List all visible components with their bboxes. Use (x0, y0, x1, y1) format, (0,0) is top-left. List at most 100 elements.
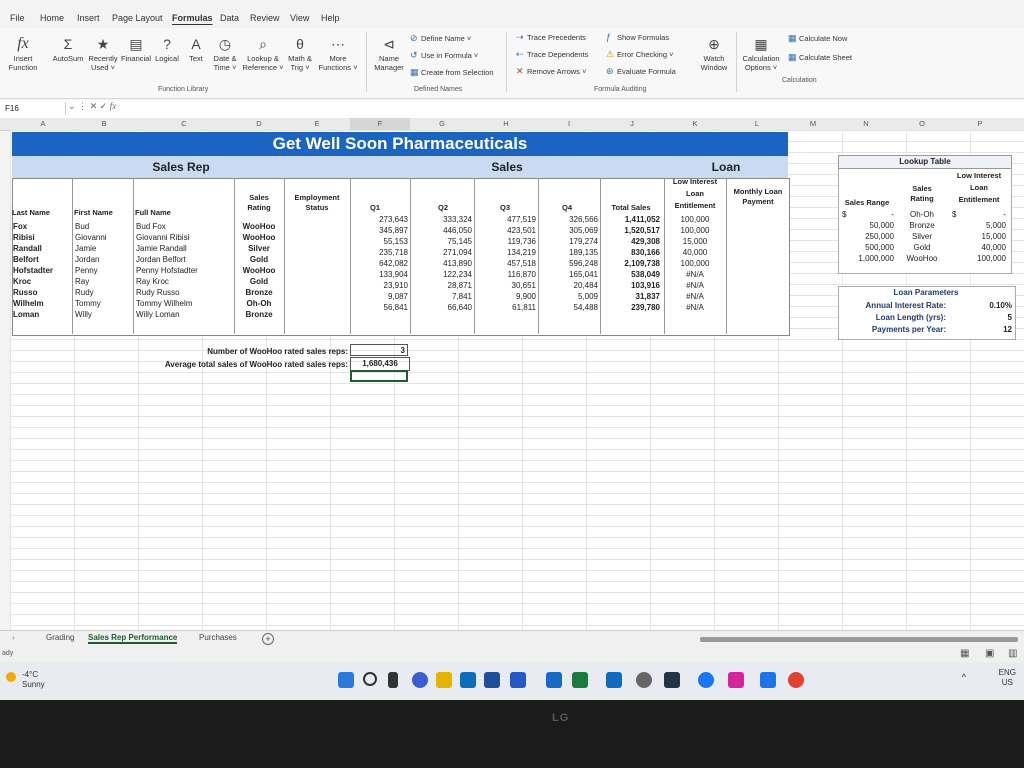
chat-icon[interactable] (412, 672, 428, 688)
cell-last-name[interactable]: Belfort (13, 254, 71, 265)
cell-total-sales[interactable]: 103,916 (600, 280, 660, 291)
cell-q3[interactable]: 423,501 (474, 225, 536, 236)
column-header-j[interactable]: J (600, 118, 664, 130)
text-button[interactable]: A Text (184, 36, 208, 63)
cell-q1[interactable]: 273,643 (350, 214, 408, 225)
column-header-p[interactable]: P (950, 118, 1010, 130)
column-header-f[interactable]: F (350, 118, 410, 130)
financial-button[interactable]: ▤ Financial (120, 36, 152, 63)
cell-sales-rating[interactable]: Oh-Oh (234, 298, 284, 309)
cell-total-sales[interactable]: 1,411,052 (600, 214, 660, 225)
settings-gear-icon[interactable] (636, 672, 652, 688)
cell-loan-entitlement[interactable]: #N/A (664, 302, 726, 313)
search-icon[interactable] (363, 672, 377, 686)
loan-param-value[interactable]: 5 (950, 312, 1012, 323)
cell-first-name[interactable]: Penny (75, 265, 133, 276)
cell-q1[interactable]: 9,087 (350, 291, 408, 302)
cell-full-name[interactable]: Bud Fox (136, 221, 232, 232)
lookup-entitlement[interactable]: - (960, 209, 1006, 220)
calculate-now-button[interactable]: ▦ Calculate Now (788, 33, 847, 44)
cell-loan-entitlement[interactable]: #N/A (664, 291, 726, 302)
cell-q3[interactable]: 134,219 (474, 247, 536, 258)
math-trig-button[interactable]: θ Math & Trig ˅ (284, 36, 316, 72)
cell-sales-rating[interactable]: WooHoo (234, 221, 284, 232)
lookup-range[interactable]: 50,000 (850, 220, 894, 231)
summary-value-count[interactable]: 3 (350, 344, 408, 356)
cell-q1[interactable]: 642,082 (350, 258, 408, 269)
cell-last-name[interactable]: Wilhelm (13, 298, 71, 309)
lookup-range[interactable]: 500,000 (850, 242, 894, 253)
selected-cell-f16[interactable] (350, 370, 408, 382)
cell-q4[interactable]: 165,041 (538, 269, 598, 280)
cell-loan-entitlement[interactable]: #N/A (664, 280, 726, 291)
cell-q1[interactable]: 235,718 (350, 247, 408, 258)
weather-widget[interactable]: -4°C Sunny (22, 670, 45, 690)
lookup-entitlement[interactable]: 15,000 (960, 231, 1006, 242)
menu-help[interactable]: Help (321, 13, 340, 23)
lookup-range[interactable]: 1,000,000 (840, 253, 894, 264)
facebook-icon[interactable] (698, 672, 714, 688)
cell-q3[interactable]: 477,519 (474, 214, 536, 225)
tab-purchases[interactable]: Purchases (199, 633, 237, 642)
column-header-g[interactable]: G (410, 118, 474, 130)
column-header-b[interactable]: B (74, 118, 134, 130)
cell-total-sales[interactable]: 830,166 (600, 247, 660, 258)
column-header-n[interactable]: N (838, 118, 894, 130)
lookup-rating[interactable]: Oh-Oh (896, 209, 948, 220)
page-break-icon[interactable]: ▥ (1008, 648, 1017, 659)
more-functions-button[interactable]: ⋯ More Functions ˅ (316, 36, 360, 72)
cell-full-name[interactable]: Giovanni Ribisi (136, 232, 232, 243)
cell-last-name[interactable]: Kroc (13, 276, 71, 287)
watch-window-button[interactable]: ⊕ Watch Window (696, 36, 732, 72)
cell-sales-rating[interactable]: Bronze (234, 309, 284, 320)
cell-total-sales[interactable]: 2,109,738 (600, 258, 660, 269)
cell-total-sales[interactable]: 31,837 (600, 291, 660, 302)
loan-param-value[interactable]: 12 (950, 324, 1012, 335)
store-icon[interactable] (484, 672, 500, 688)
enter-check-icon[interactable]: ✓ (100, 101, 108, 111)
file-explorer-icon[interactable] (436, 672, 452, 688)
cell-full-name[interactable]: Jamie Randall (136, 243, 232, 254)
task-view-icon[interactable] (388, 672, 398, 688)
outlook-icon[interactable] (760, 672, 776, 688)
logical-button[interactable]: ? Logical (152, 36, 182, 63)
cell-first-name[interactable]: Jordan (75, 254, 133, 265)
evaluate-formula-button[interactable]: ⊛ Evaluate Formula (606, 66, 676, 77)
excel-icon[interactable] (572, 672, 588, 688)
menu-home[interactable]: Home (40, 13, 64, 23)
cell-sales-rating[interactable]: WooHoo (234, 232, 284, 243)
lookup-entitlement[interactable]: 100,000 (960, 253, 1006, 264)
cell-first-name[interactable]: Rudy (75, 287, 133, 298)
cell-last-name[interactable]: Randall (13, 243, 71, 254)
cell-full-name[interactable]: Willy Loman (136, 309, 232, 320)
remove-arrows-button[interactable]: ✕ Remove Arrows ˅ (516, 66, 586, 77)
cell-full-name[interactable]: Ray Kroc (136, 276, 232, 287)
lookup-rating[interactable]: Gold (896, 242, 948, 253)
cell-last-name[interactable]: Russo (13, 287, 71, 298)
name-box[interactable]: F16 (2, 102, 66, 115)
calculate-sheet-button[interactable]: ▦ Calculate Sheet (788, 52, 852, 63)
show-formulas-button[interactable]: ƒ Show Formulas (606, 32, 669, 42)
formula-input[interactable] (128, 102, 1008, 115)
cell-loan-entitlement[interactable]: 100,000 (664, 214, 726, 225)
cell-full-name[interactable]: Rudy Russo (136, 287, 232, 298)
chevron-up-icon[interactable]: ^ (962, 672, 966, 682)
cell-q2[interactable]: 271,094 (410, 247, 472, 258)
cell-total-sales[interactable]: 429,308 (600, 236, 660, 247)
menu-page-layout[interactable]: Page Layout (112, 13, 163, 23)
column-header-k[interactable]: K (664, 118, 726, 130)
cell-loan-entitlement[interactable]: 15,000 (664, 236, 726, 247)
word-icon[interactable] (510, 672, 526, 688)
cell-sales-rating[interactable]: Gold (234, 254, 284, 265)
cell-q3[interactable]: 61,811 (474, 302, 536, 313)
column-header-l[interactable]: L (726, 118, 788, 130)
cell-q2[interactable]: 28,871 (410, 280, 472, 291)
column-header-d[interactable]: D (234, 118, 284, 130)
column-header-a[interactable]: A (12, 118, 74, 130)
mail-icon[interactable] (606, 672, 622, 688)
cell-full-name[interactable]: Jordan Belfort (136, 254, 232, 265)
tab-sales-rep-performance[interactable]: Sales Rep Performance (88, 633, 178, 644)
menu-formulas[interactable]: Formulas (172, 13, 213, 23)
cell-q2[interactable]: 122,234 (410, 269, 472, 280)
menu-data[interactable]: Data (220, 13, 239, 23)
